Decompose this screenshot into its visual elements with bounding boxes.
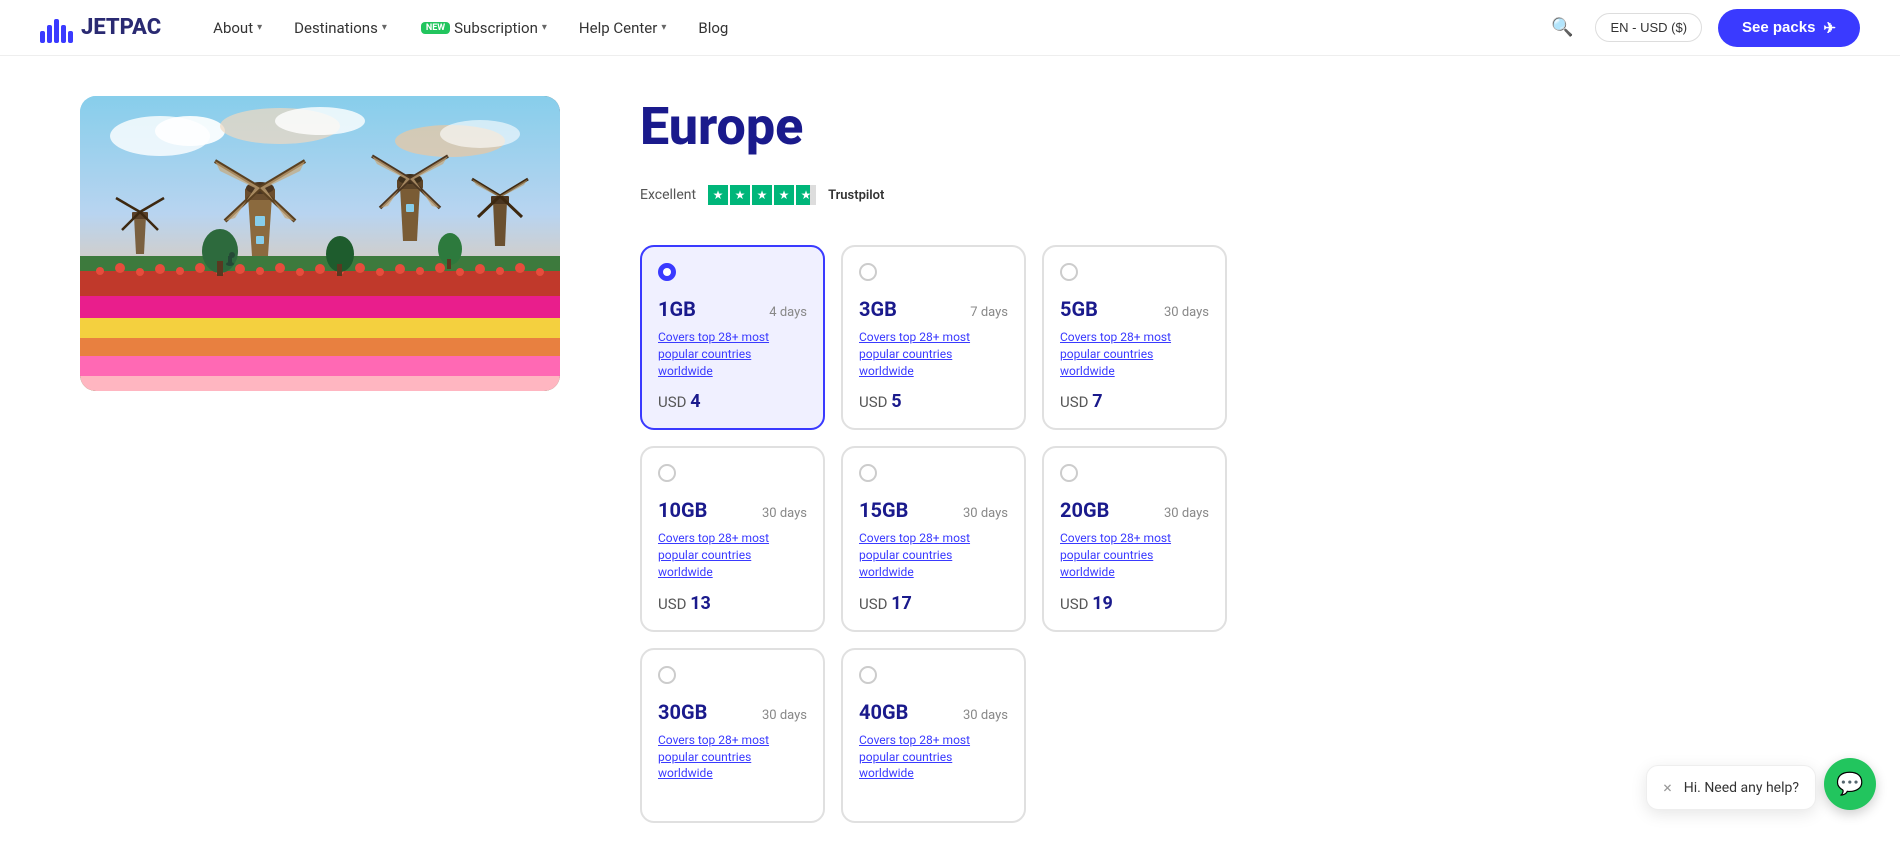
plans-grid: 1GB 4 days Covers top 28+ most popular cou… <box>640 245 1820 823</box>
plan-radio-30gb <box>658 666 676 684</box>
plan-card-40gb[interactable]: 40GB 30 days Covers top 28+ most popular c… <box>841 648 1026 823</box>
logo-bar-3 <box>54 19 59 43</box>
nav-right: 🔍 EN - USD ($) See packs ✈ <box>1545 9 1860 47</box>
plan-size-20gb: 20GB <box>1060 498 1109 522</box>
chat-message: Hi. Need any help? <box>1684 780 1799 796</box>
navbar: JETPAC About ▾ Destinations ▾ New Subscr… <box>0 0 1900 56</box>
chat-bubble: × Hi. Need any help? <box>1646 765 1816 810</box>
hero-image <box>80 96 560 391</box>
plan-size-3gb: 3GB <box>859 297 897 321</box>
logo-bar-2 <box>47 25 52 43</box>
star-1: ★ <box>708 185 728 205</box>
logo-bar-4 <box>61 25 66 43</box>
plan-size-40gb: 40GB <box>859 700 908 724</box>
plan-price-5gb: USD 7 <box>1060 391 1209 412</box>
nav-items: About ▾ Destinations ▾ New Subscription … <box>201 11 1545 45</box>
main-content: Europe Excellent ★ ★ ★ ★ ★ Trustpilot 1G… <box>0 56 1900 863</box>
nav-item-blog[interactable]: Blog <box>686 11 740 45</box>
star-3: ★ <box>752 185 772 205</box>
chat-widget-button[interactable]: 💬 <box>1824 758 1876 810</box>
chevron-down-icon: ▾ <box>382 22 387 33</box>
plan-size-15gb: 15GB <box>859 498 908 522</box>
chat-icon: 💬 <box>1836 772 1863 797</box>
left-panel <box>80 96 560 823</box>
nav-item-about[interactable]: About ▾ <box>201 11 274 45</box>
plan-price-3gb: USD 5 <box>859 391 1008 412</box>
new-badge: New <box>421 22 450 34</box>
plan-price-1gb: USD 4 <box>658 391 807 412</box>
plan-card-3gb[interactable]: 3GB 7 days Covers top 28+ most popular cou… <box>841 245 1026 430</box>
star-4: ★ <box>774 185 794 205</box>
plan-coverage-30gb[interactable]: Covers top 28+ most popular countries wo… <box>658 732 807 782</box>
plan-card-20gb[interactable]: 20GB 30 days Covers top 28+ most popular c… <box>1042 446 1227 631</box>
plan-size-1gb: 1GB <box>658 297 696 321</box>
search-button[interactable]: 🔍 <box>1545 11 1579 44</box>
plan-days-10gb: 30 days <box>762 506 807 521</box>
plan-coverage-40gb[interactable]: Covers top 28+ most popular countries wo… <box>859 732 1008 782</box>
chevron-down-icon: ▾ <box>661 22 666 33</box>
logo-icon <box>40 13 73 43</box>
right-panel: Europe Excellent ★ ★ ★ ★ ★ Trustpilot 1G… <box>640 96 1820 823</box>
star-5-half: ★ <box>796 185 816 205</box>
plan-days-40gb: 30 days <box>963 708 1008 723</box>
nav-item-destinations[interactable]: Destinations ▾ <box>282 11 399 45</box>
plan-card-15gb[interactable]: 15GB 30 days Covers top 28+ most popular c… <box>841 446 1026 631</box>
plan-days-15gb: 30 days <box>963 506 1008 521</box>
plan-size-10gb: 10GB <box>658 498 707 522</box>
see-packs-button[interactable]: See packs ✈ <box>1718 9 1860 47</box>
star-2: ★ <box>730 185 750 205</box>
logo[interactable]: JETPAC <box>40 13 161 43</box>
plan-days-30gb: 30 days <box>762 708 807 723</box>
plan-price-20gb: USD 19 <box>1060 593 1209 614</box>
plan-radio-5gb <box>1060 263 1078 281</box>
plan-card-5gb[interactable]: 5GB 30 days Covers top 28+ most popular co… <box>1042 245 1227 430</box>
plan-radio-40gb <box>859 666 877 684</box>
plan-size-5gb: 5GB <box>1060 297 1098 321</box>
plan-days-20gb: 30 days <box>1164 506 1209 521</box>
trustpilot-logo: Trustpilot <box>828 188 884 203</box>
language-selector[interactable]: EN - USD ($) <box>1595 13 1702 42</box>
plan-radio-15gb <box>859 464 877 482</box>
chat-close-button[interactable]: × <box>1663 778 1672 797</box>
plan-coverage-10gb[interactable]: Covers top 28+ most popular countries wo… <box>658 530 807 580</box>
nav-item-subscription[interactable]: New Subscription ▾ <box>407 11 559 45</box>
plan-price-15gb: USD 17 <box>859 593 1008 614</box>
plane-icon: ✈ <box>1823 19 1836 37</box>
chevron-down-icon: ▾ <box>257 22 262 33</box>
plan-coverage-5gb[interactable]: Covers top 28+ most popular countries wo… <box>1060 329 1209 379</box>
plan-coverage-15gb[interactable]: Covers top 28+ most popular countries wo… <box>859 530 1008 580</box>
plan-price-10gb: USD 13 <box>658 593 807 614</box>
page-title: Europe <box>640 96 1820 157</box>
plan-coverage-1gb[interactable]: Covers top 28+ most popular countries wo… <box>658 329 807 379</box>
search-icon: 🔍 <box>1551 17 1573 37</box>
logo-bar-1 <box>40 31 45 43</box>
plan-card-10gb[interactable]: 10GB 30 days Covers top 28+ most popular c… <box>640 446 825 631</box>
trustpilot-label: Excellent <box>640 187 696 203</box>
logo-bar-5 <box>68 31 73 43</box>
plan-radio-3gb <box>859 263 877 281</box>
plan-days-3gb: 7 days <box>970 305 1008 320</box>
plan-coverage-3gb[interactable]: Covers top 28+ most popular countries wo… <box>859 329 1008 379</box>
plan-card-30gb[interactable]: 30GB 30 days Covers top 28+ most popular c… <box>640 648 825 823</box>
europe-hero-svg <box>80 96 560 391</box>
nav-item-help[interactable]: Help Center ▾ <box>567 11 678 45</box>
plan-days-5gb: 30 days <box>1164 305 1209 320</box>
plan-radio-1gb <box>658 263 676 281</box>
plan-coverage-20gb[interactable]: Covers top 28+ most popular countries wo… <box>1060 530 1209 580</box>
plan-radio-10gb <box>658 464 676 482</box>
logo-text: JETPAC <box>81 15 161 40</box>
trustpilot-row: Excellent ★ ★ ★ ★ ★ Trustpilot <box>640 177 1820 213</box>
plan-days-1gb: 4 days <box>769 305 807 320</box>
chevron-down-icon: ▾ <box>542 22 547 33</box>
plan-card-1gb[interactable]: 1GB 4 days Covers top 28+ most popular cou… <box>640 245 825 430</box>
plan-radio-20gb <box>1060 464 1078 482</box>
plan-size-30gb: 30GB <box>658 700 707 724</box>
trustpilot-stars: ★ ★ ★ ★ ★ <box>708 185 816 205</box>
